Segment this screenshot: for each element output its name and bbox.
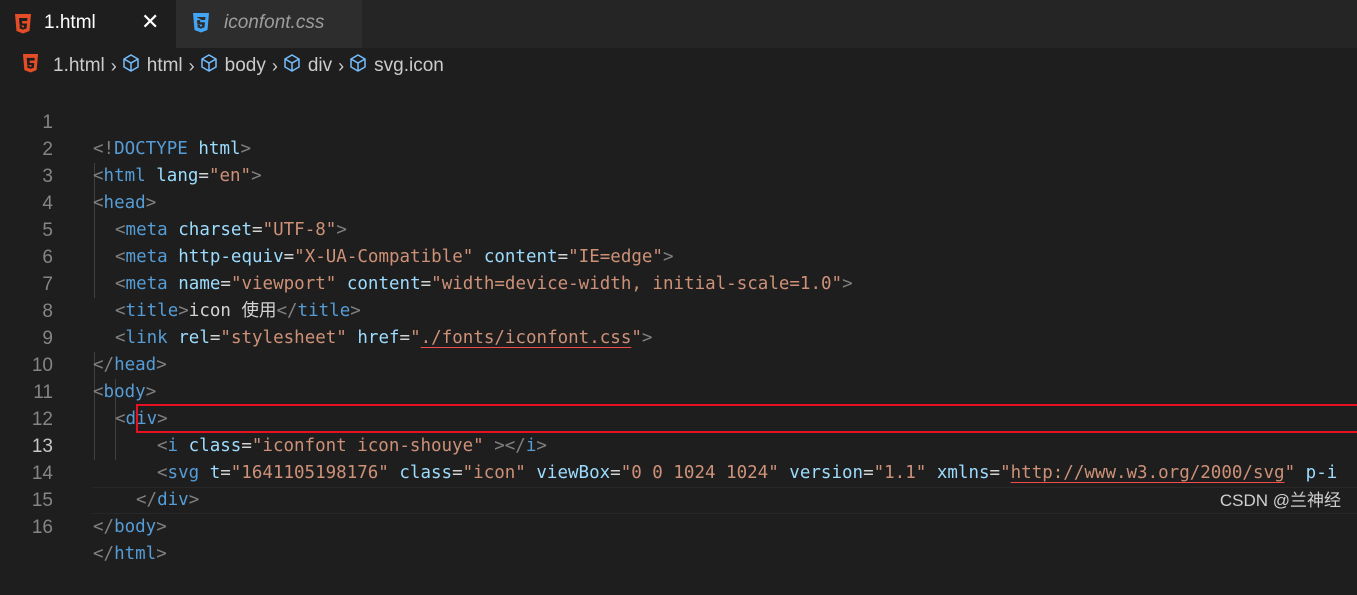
- code-line: 5 <meta http-equiv="X-UA-Compatible" con…: [42, 220, 674, 267]
- tab-bar: 1.html ✕ iconfont.css: [0, 0, 1357, 48]
- watermark: CSDN @兰神经: [1219, 491, 1341, 510]
- code-line: 8 <link rel="stylesheet" href="./fonts/i…: [42, 301, 653, 348]
- code-editor[interactable]: 1 <!DOCTYPE html> 2 <html lang="en"> 3 <…: [0, 82, 1357, 564]
- breadcrumb-item-svg-icon[interactable]: svg.icon: [348, 52, 444, 80]
- tab-1-html[interactable]: 1.html ✕: [0, 0, 176, 48]
- chevron-right-icon: ›: [338, 55, 345, 76]
- cube-icon: [121, 53, 141, 79]
- chevron-right-icon: ›: [188, 55, 195, 76]
- cube-icon: [199, 53, 219, 79]
- chevron-right-icon: ›: [271, 55, 278, 76]
- code-line: 2 <html lang="en">: [42, 139, 262, 186]
- breadcrumb-item-body[interactable]: body ›: [199, 52, 282, 80]
- code-line: 10 <body>: [31, 355, 157, 402]
- tab-iconfont-css[interactable]: iconfont.css: [176, 0, 362, 48]
- html5-icon: [22, 53, 39, 79]
- code-line: 11 <div>: [33, 382, 168, 429]
- tab-label: 1.html: [44, 12, 96, 33]
- close-icon[interactable]: ✕: [141, 12, 159, 34]
- code-line: 7 <title>icon 使用</title>: [42, 274, 361, 321]
- breadcrumb-item-file[interactable]: 1.html ›: [22, 52, 121, 80]
- tab-label: iconfont.css: [224, 12, 325, 33]
- code-line: 14 </div>: [31, 463, 200, 510]
- html5-icon: [14, 14, 32, 38]
- code-line: 4 <meta charset="UTF-8">: [42, 193, 347, 240]
- code-line: 1 <!DOCTYPE html>: [42, 112, 252, 159]
- code-line: 3 <head>: [42, 166, 157, 213]
- code-line: 9 </head>: [42, 328, 167, 375]
- code-line: 15 </body>: [31, 490, 167, 537]
- breadcrumb-item-div[interactable]: div ›: [282, 52, 348, 80]
- breadcrumb-item-html[interactable]: html ›: [121, 52, 199, 80]
- breadcrumb: 1.html › html › body › div › svg.icon: [0, 52, 1357, 80]
- css3-icon: [192, 13, 210, 37]
- cube-icon: [282, 53, 302, 79]
- chevron-right-icon: ›: [110, 55, 117, 76]
- code-line: 6 <meta name="viewport" content="width=d…: [42, 247, 853, 294]
- code-line: 16 </html>: [31, 517, 167, 564]
- code-line: 12 <i class="iconfont icon-shouye" ></i>: [31, 409, 547, 456]
- annotation-highlight-box: [136, 404, 1357, 433]
- cube-icon: [348, 53, 368, 79]
